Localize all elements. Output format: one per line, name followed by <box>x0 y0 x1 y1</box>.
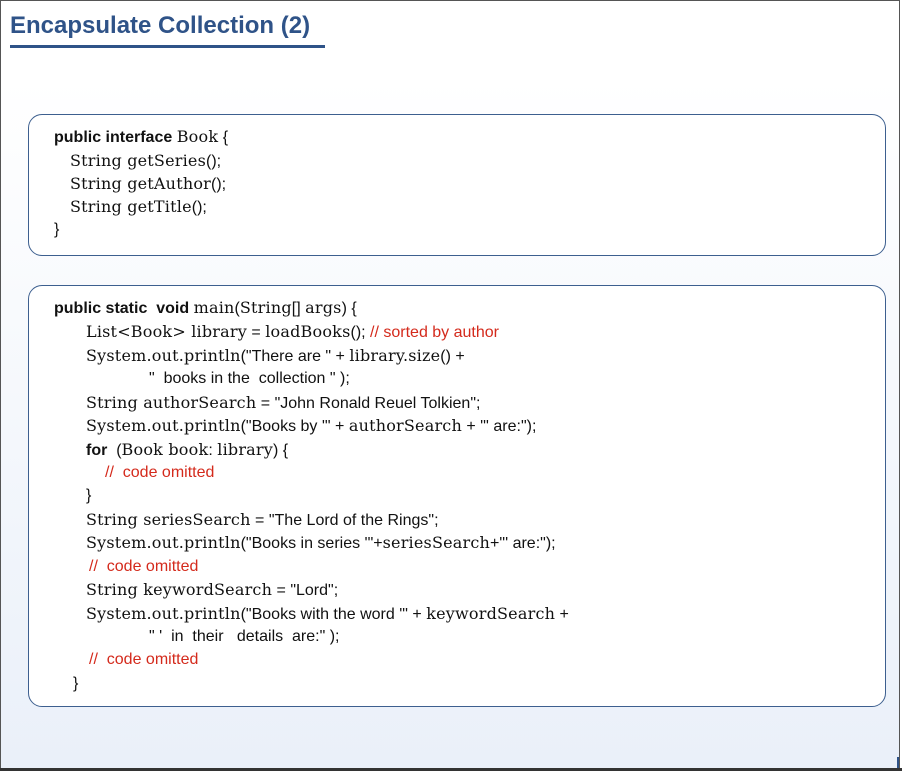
code-text: (); <box>206 153 222 170</box>
code-identifier: System.out.println <box>86 346 241 365</box>
code-identifier: Book <box>130 322 173 341</box>
code-text: +"' are:"); <box>490 535 556 552</box>
code-text: = "The Lord of the Rings"; <box>250 512 439 529</box>
code-identifier: String getTitle <box>70 197 192 216</box>
code-text: ("Books with the word '" + <box>240 606 427 623</box>
code-line: } <box>86 484 91 507</box>
code-line: System.out.println("Books by '" + author… <box>86 414 536 438</box>
code-identifier: String seriesSearch <box>86 510 251 529</box>
code-box-main: public static void main(String[] args) {… <box>28 285 886 707</box>
code-comment: // code omitted <box>89 558 199 575</box>
code-identifier: library <box>217 440 274 459</box>
code-text: = "John Ronald Reuel Tolkien"; <box>256 395 481 412</box>
code-identifier: seriesSearch <box>382 533 491 552</box>
code-line: System.out.println("Books with the word … <box>86 602 569 626</box>
code-text: " books in the collection " ); <box>149 370 350 387</box>
code-line: System.out.println("Books in series '"+s… <box>86 531 556 555</box>
code-line: " ' in their details are:" ); <box>149 625 339 648</box>
code-identifier: authorSearch <box>348 416 462 435</box>
code-text: } <box>86 487 92 504</box>
code-line: String getAuthor(); <box>70 172 226 196</box>
code-line: String authorSearch = "John Ronald Reuel… <box>86 391 480 415</box>
code-line: // code omitted <box>105 461 214 484</box>
code-box-interface: public interface Book { String getSeries… <box>28 114 886 256</box>
code-text: = "Lord"; <box>272 582 339 599</box>
code-text: () + <box>440 348 465 365</box>
code-keyword: public interface <box>54 129 173 146</box>
code-identifier: String <box>239 298 292 317</box>
code-line: List<Book> library = loadBooks(); // sor… <box>86 320 499 344</box>
code-line: public interface Book { <box>54 125 228 149</box>
code-text: = <box>246 324 266 341</box>
code-text: [] <box>291 300 306 317</box>
code-identifier: loadBooks <box>265 322 351 341</box>
code-comment: // code omitted <box>89 651 199 668</box>
code-text: < <box>117 322 131 341</box>
code-keyword: for <box>86 442 108 459</box>
code-text: ) { <box>273 442 289 459</box>
code-identifier: String authorSearch <box>86 393 257 412</box>
code-identifier: library <box>185 322 247 341</box>
code-identifier: main <box>193 298 235 317</box>
code-line: " books in the collection " ); <box>149 367 350 390</box>
code-text: ("Books by '" + <box>240 418 349 435</box>
code-text: (); <box>191 199 207 216</box>
code-comment: // sorted by author <box>370 324 499 341</box>
code-line: String seriesSearch = "The Lord of the R… <box>86 508 439 532</box>
code-comment: // code omitted <box>105 464 215 481</box>
code-identifier: System.out.println <box>86 533 241 552</box>
code-text: + "' are:"); <box>461 418 537 435</box>
code-identifier: String getSeries <box>70 151 207 170</box>
code-identifier: library.size <box>349 346 441 365</box>
code-line: String getTitle(); <box>70 195 207 219</box>
code-text: ( <box>107 442 122 459</box>
code-text: } <box>54 221 60 238</box>
code-keyword: public static void <box>54 300 190 317</box>
code-identifier: Book <box>176 127 219 146</box>
code-identifier: System.out.println <box>86 416 241 435</box>
bottom-border <box>0 768 902 771</box>
code-line: for (Book book: library) { <box>86 438 288 462</box>
code-identifier: args <box>305 298 342 317</box>
code-identifier: List <box>86 322 118 341</box>
slide: Encapsulate Collection (2) public interf… <box>0 0 900 770</box>
code-line: } <box>54 218 59 241</box>
code-text: (); <box>350 324 371 341</box>
code-text: } <box>73 675 79 692</box>
code-text: " ' in their details are:" ); <box>149 628 340 645</box>
slide-title: Encapsulate Collection (2) <box>10 12 311 39</box>
code-line: String keywordSearch = "Lord"; <box>86 578 338 602</box>
code-line: String getSeries(); <box>70 149 221 173</box>
code-text: + <box>555 606 569 623</box>
code-identifier: System.out.println <box>86 604 241 623</box>
code-text: : <box>208 442 218 459</box>
code-line: // code omitted <box>89 555 198 578</box>
code-identifier: String keywordSearch <box>86 580 273 599</box>
code-identifier: String getAuthor <box>70 174 212 193</box>
code-text: ("There are " + <box>240 348 350 365</box>
code-line: } <box>73 672 78 695</box>
code-text: { <box>222 129 229 146</box>
code-identifier: Book book <box>121 440 209 459</box>
title-underline <box>10 45 325 48</box>
code-text: > <box>172 322 186 341</box>
code-text: ("Books in series '"+ <box>240 535 383 552</box>
code-line: // code omitted <box>89 648 198 671</box>
code-identifier: keywordSearch <box>426 604 556 623</box>
code-text: ) { <box>341 300 357 317</box>
code-text: (); <box>211 176 227 193</box>
code-line: System.out.println("There are " + librar… <box>86 344 465 368</box>
code-line: public static void main(String[] args) { <box>54 296 357 320</box>
